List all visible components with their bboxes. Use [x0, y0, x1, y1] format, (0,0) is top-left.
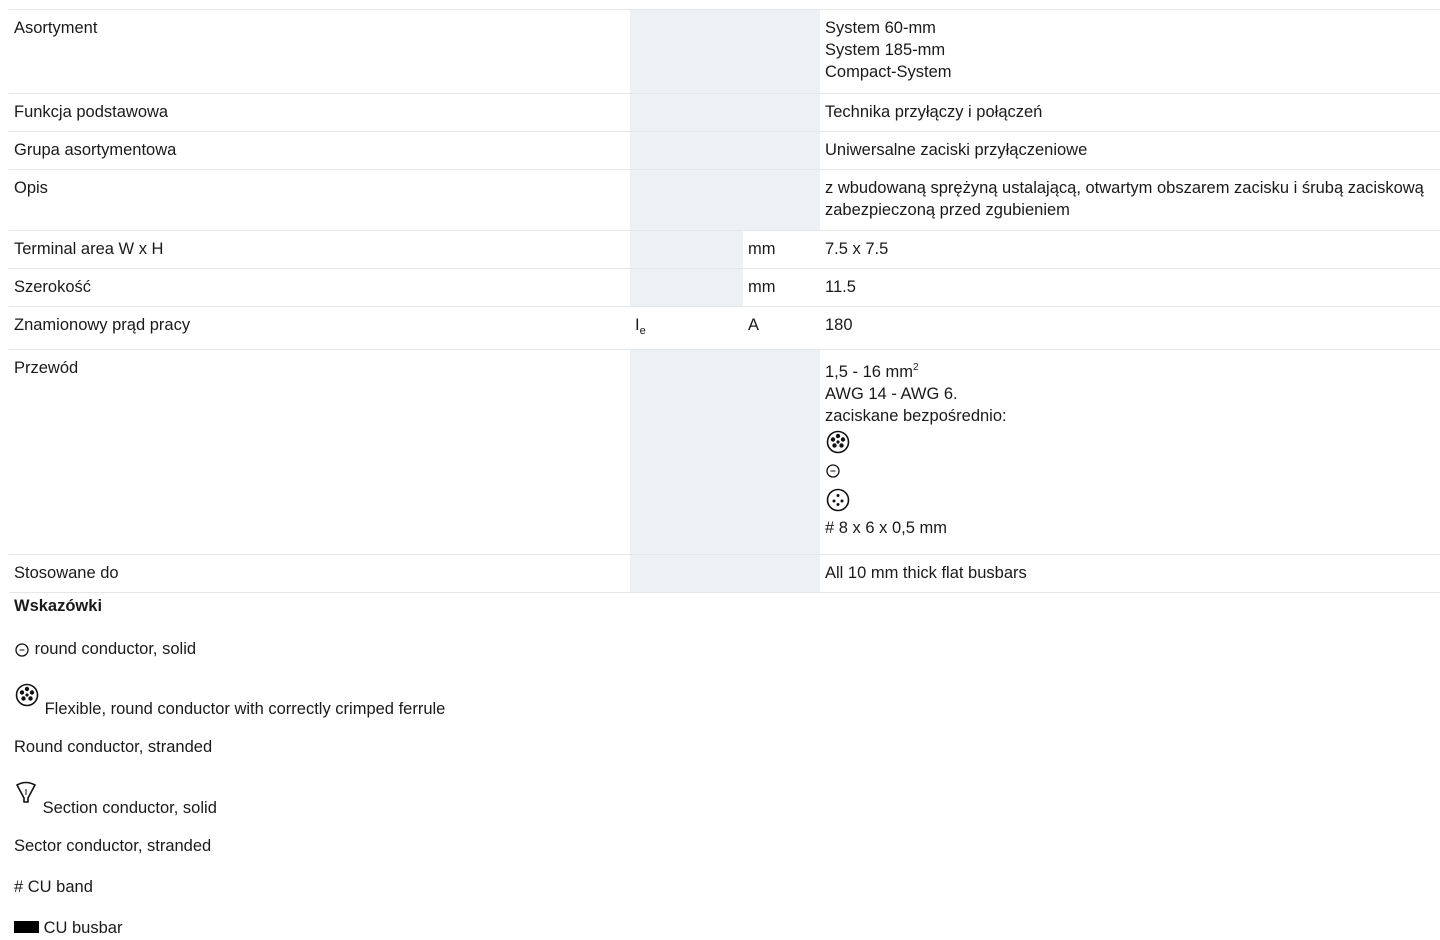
- value-line: Uniwersalne zaciski przyłączeniowe: [825, 141, 1088, 159]
- row-label: Grupa asortymentowa: [9, 131, 630, 170]
- note-item: CU busbar: [14, 917, 122, 939]
- row-unit: [743, 131, 820, 170]
- row-value: 1,5 - 16 mm2 AWG 14 - AWG 6. zaciskane b…: [820, 349, 1440, 555]
- value-line: AWG 14 - AWG 6.: [825, 385, 958, 403]
- note-item: # CU band: [14, 876, 93, 898]
- note-item: round conductor, solid: [14, 638, 196, 660]
- row-label: Asortyment: [9, 9, 630, 94]
- value-line: All 10 mm thick flat busbars: [825, 564, 1027, 582]
- round-solid-icon: [826, 464, 840, 478]
- note-text: round conductor, solid: [34, 640, 197, 658]
- row-value: Uniwersalne zaciski przyłączeniowe: [820, 131, 1440, 170]
- row-unit: [743, 349, 820, 555]
- row-symbol: [630, 131, 743, 170]
- value-line: 11.5: [825, 278, 856, 296]
- product-spec-page: Asortyment System 60-mm System 185-mm Co…: [0, 0, 1440, 940]
- round-stranded-icon: [826, 488, 850, 512]
- note-text: Round conductor, stranded: [14, 738, 213, 756]
- row-symbol: [630, 268, 743, 307]
- row-symbol: [630, 230, 743, 269]
- spec-table: Asortyment System 60-mm System 185-mm Co…: [9, 9, 1440, 593]
- row-value: z wbudowaną sprężyną ustalającą, otwarty…: [820, 169, 1440, 231]
- table-row: Grupa asortymentowa Uniwersalne zaciski …: [9, 131, 1440, 170]
- row-symbol: [630, 93, 743, 132]
- note-item: Sector conductor, stranded: [14, 835, 211, 857]
- value-superscript: 2: [913, 362, 919, 373]
- row-symbol: [630, 554, 743, 593]
- row-value: 180: [820, 306, 1440, 350]
- table-row: Przewód 1,5 - 16 mm2 AWG 14 - AWG 6. zac…: [9, 349, 1440, 555]
- table-row: Szerokość mm 11.5: [9, 268, 1440, 307]
- value-line: 1,5 - 16 mm2: [825, 357, 1435, 383]
- row-value: 11.5: [820, 268, 1440, 307]
- value-line: Compact-System: [825, 63, 952, 81]
- value-line: zaciskane bezpośrednio:: [825, 407, 1007, 425]
- row-label: Znamionowy prąd pracy: [9, 306, 630, 350]
- note-text: # CU band: [14, 878, 93, 896]
- symbol-subscript: e: [639, 325, 646, 337]
- note-item: Flexible, round conductor with correctly…: [14, 682, 445, 720]
- row-value: Technika przyłączy i połączeń: [820, 93, 1440, 132]
- table-row: Stosowane do All 10 mm thick flat busbar…: [9, 554, 1440, 593]
- note-text: CU busbar: [43, 919, 123, 937]
- table-row: Znamionowy prąd pracy Ie A 180: [9, 306, 1440, 350]
- row-unit: mm: [743, 230, 820, 269]
- row-label: Opis: [9, 169, 630, 231]
- flexible-ferrule-icon: [826, 430, 850, 454]
- table-row: Funkcja podstawowa Technika przyłączy i …: [9, 93, 1440, 132]
- value-line: # 8 x 6 x 0,5 mm: [825, 519, 947, 537]
- table-row: Terminal area W x H mm 7.5 x 7.5: [9, 230, 1440, 269]
- value-line: System 185-mm: [825, 41, 946, 59]
- note-text: Flexible, round conductor with correctly…: [44, 700, 446, 718]
- row-label: Funkcja podstawowa: [9, 93, 630, 132]
- note-item: Round conductor, stranded: [14, 736, 212, 758]
- row-symbol: [630, 349, 743, 555]
- value-line: System 60-mm: [825, 19, 936, 37]
- row-symbol: Ie: [630, 306, 743, 350]
- row-unit: [743, 554, 820, 593]
- row-unit: [743, 9, 820, 94]
- value-line: 7.5 x 7.5: [825, 240, 889, 258]
- note-item: Section conductor, solid: [14, 781, 217, 819]
- table-row: Opis z wbudowaną sprężyną ustalającą, ot…: [9, 169, 1440, 231]
- note-text: Section conductor, solid: [42, 799, 217, 817]
- row-unit: A: [743, 306, 820, 350]
- row-unit: [743, 169, 820, 231]
- row-label: Szerokość: [9, 268, 630, 307]
- value-line: 180: [825, 316, 853, 334]
- busbar-icon: [14, 921, 39, 933]
- row-unit: [743, 93, 820, 132]
- row-symbol: [630, 9, 743, 94]
- notes-section: Wskazówki round conductor, solid Flexibl…: [14, 595, 914, 937]
- row-value: All 10 mm thick flat busbars: [820, 554, 1440, 593]
- table-row: Asortyment System 60-mm System 185-mm Co…: [9, 9, 1440, 94]
- flexible-ferrule-icon: [15, 683, 39, 707]
- value-line: Technika przyłączy i połączeń: [825, 103, 1043, 121]
- row-symbol: [630, 169, 743, 231]
- row-label: Przewód: [9, 349, 630, 555]
- row-unit: mm: [743, 268, 820, 307]
- row-value: 7.5 x 7.5: [820, 230, 1440, 269]
- note-text: Sector conductor, stranded: [14, 837, 212, 855]
- sector-solid-icon: [16, 781, 36, 803]
- value-text: 1,5 - 16 mm: [825, 363, 914, 381]
- row-label: Stosowane do: [9, 554, 630, 593]
- row-label: Terminal area W x H: [9, 230, 630, 269]
- round-solid-icon: [15, 642, 29, 657]
- value-line: z wbudowaną sprężyną ustalającą, otwarty…: [825, 179, 1424, 219]
- row-value: System 60-mm System 185-mm Compact-Syste…: [820, 9, 1440, 94]
- notes-title: Wskazówki: [14, 597, 103, 615]
